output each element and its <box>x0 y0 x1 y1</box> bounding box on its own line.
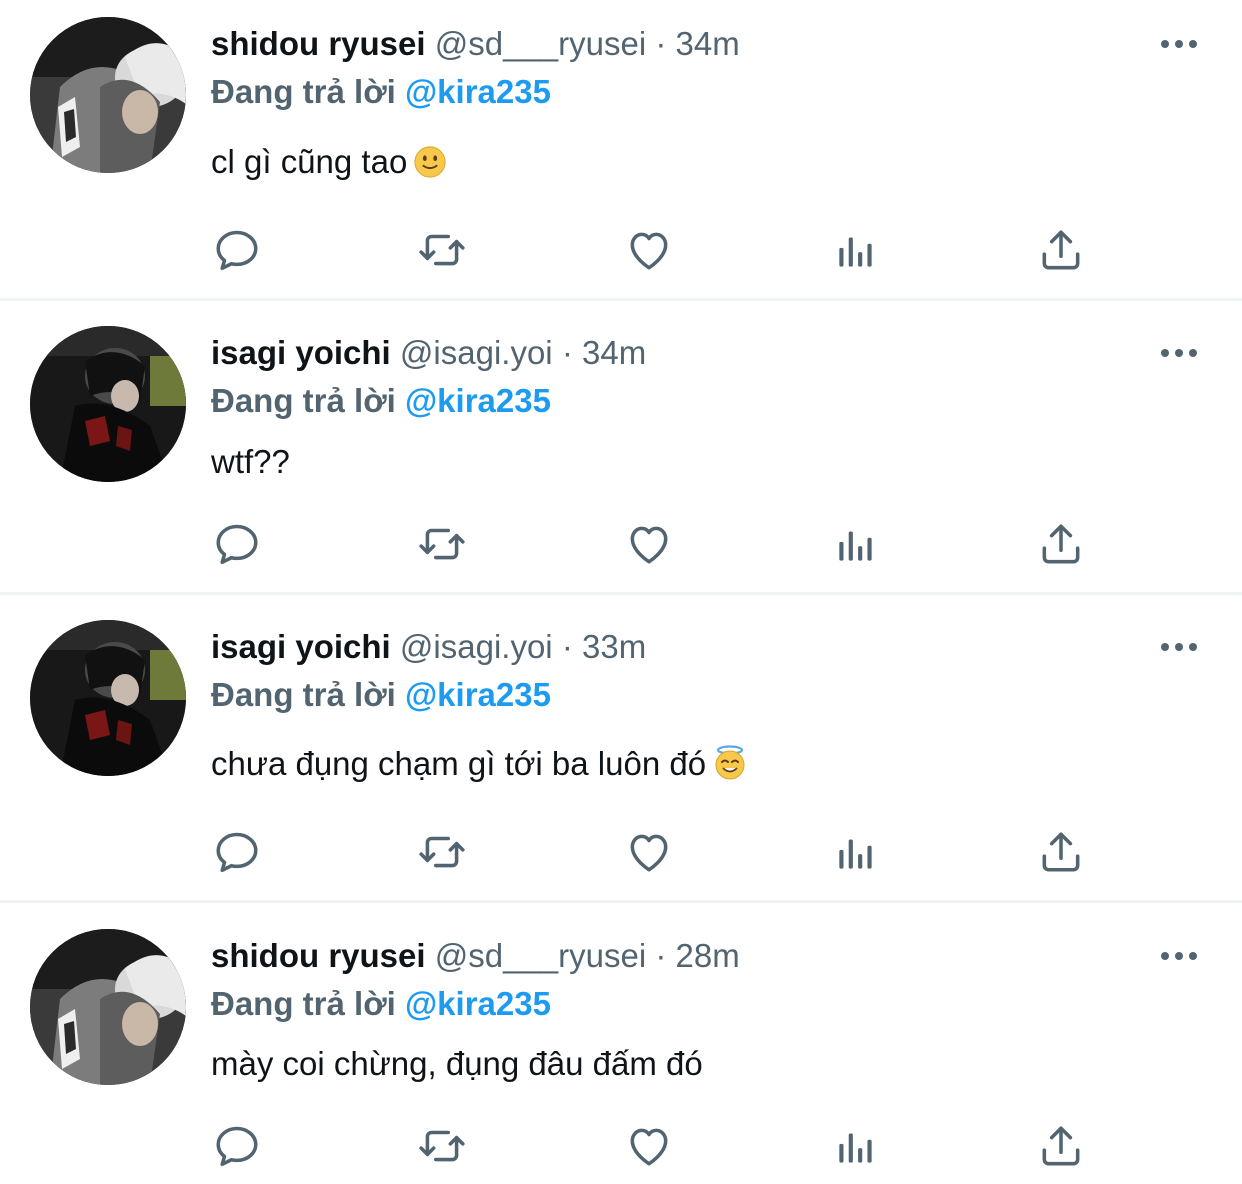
display-name[interactable]: isagi yoichi <box>211 334 391 371</box>
tweet-header: shidou ryusei @sd___ryusei · 34m <box>211 24 740 64</box>
replying-to-label: Đang trả lời <box>211 676 396 713</box>
tweet-header: isagi yoichi @isagi.yoi · 34m <box>211 333 646 373</box>
replying-to-handle[interactable]: @kira235 <box>405 73 551 110</box>
avatar[interactable] <box>30 17 186 173</box>
more-dots-icon[interactable] <box>1156 338 1202 368</box>
retweet-icon[interactable] <box>414 824 470 880</box>
avatar-image <box>30 620 186 776</box>
tweet[interactable]: shidou ryusei @sd___ryusei · 34m Đang tr… <box>0 0 1242 298</box>
tweet[interactable]: isagi yoichi @isagi.yoi · 34m Đang trả l… <box>0 301 1242 593</box>
tweet-text: mày coi chừng, đụng đâu đấm đó <box>211 1042 703 1086</box>
handle[interactable]: @sd___ryusei <box>435 937 646 974</box>
more-dots-icon[interactable] <box>1156 632 1202 662</box>
replying-to: Đang trả lời @kira235 <box>211 381 551 421</box>
tweet-text: wtf?? <box>211 440 290 484</box>
avatar-image <box>30 326 186 482</box>
tweet-text-content: chưa đụng chạm gì tới ba luôn đó <box>211 745 707 782</box>
reply-icon[interactable] <box>209 1118 265 1174</box>
display-name[interactable]: shidou ryusei <box>211 25 426 62</box>
replying-to: Đang trả lời @kira235 <box>211 675 551 715</box>
avatar[interactable] <box>30 620 186 776</box>
replying-to-handle[interactable]: @kira235 <box>405 382 551 419</box>
replying-to-handle[interactable]: @kira235 <box>405 676 551 713</box>
replying-to-handle[interactable]: @kira235 <box>405 985 551 1022</box>
like-icon[interactable] <box>621 1118 677 1174</box>
like-icon[interactable] <box>621 824 677 880</box>
share-icon[interactable] <box>1033 516 1089 572</box>
like-icon[interactable] <box>621 222 677 278</box>
separator-dot: · <box>561 334 573 371</box>
tweet[interactable]: isagi yoichi @isagi.yoi · 33m Đang trả l… <box>0 595 1242 900</box>
tweet-actions <box>0 824 1242 880</box>
slightly-smiling-face-icon <box>413 145 447 179</box>
display-name[interactable]: isagi yoichi <box>211 628 391 665</box>
handle[interactable]: @sd___ryusei <box>435 25 646 62</box>
tweet-actions <box>0 516 1242 572</box>
timestamp[interactable]: 28m <box>676 937 740 974</box>
smiling-face-with-halo-icon <box>712 745 748 781</box>
timestamp[interactable]: 34m <box>676 25 740 62</box>
tweet-text-content: wtf?? <box>211 443 290 480</box>
separator-dot: · <box>561 628 573 665</box>
like-icon[interactable] <box>621 516 677 572</box>
reply-icon[interactable] <box>209 516 265 572</box>
views-icon[interactable] <box>828 222 884 278</box>
more-dots-icon[interactable] <box>1156 941 1202 971</box>
tweet-header: shidou ryusei @sd___ryusei · 28m <box>211 936 740 976</box>
views-icon[interactable] <box>828 516 884 572</box>
tweet-text-content: cl gì cũng tao <box>211 143 408 180</box>
separator-dot: · <box>655 937 667 974</box>
avatar[interactable] <box>30 929 186 1085</box>
share-icon[interactable] <box>1033 824 1089 880</box>
retweet-icon[interactable] <box>414 1118 470 1174</box>
tweet-header: isagi yoichi @isagi.yoi · 33m <box>211 627 646 667</box>
tweet[interactable]: shidou ryusei @sd___ryusei · 28m Đang tr… <box>0 903 1242 1184</box>
reply-icon[interactable] <box>209 824 265 880</box>
separator-dot: · <box>655 25 667 62</box>
tweet-text: cl gì cũng tao <box>211 140 447 184</box>
replying-to-label: Đang trả lời <box>211 382 396 419</box>
tweet-text-content: mày coi chừng, đụng đâu đấm đó <box>211 1045 703 1082</box>
more-dots-icon[interactable] <box>1156 29 1202 59</box>
handle[interactable]: @isagi.yoi <box>400 628 553 665</box>
views-icon[interactable] <box>828 824 884 880</box>
tweet-actions <box>0 1118 1242 1174</box>
share-icon[interactable] <box>1033 1118 1089 1174</box>
replying-to-label: Đang trả lời <box>211 985 396 1022</box>
avatar-image <box>30 17 186 173</box>
avatar[interactable] <box>30 326 186 482</box>
tweet-actions <box>0 222 1242 278</box>
replying-to: Đang trả lời @kira235 <box>211 72 551 112</box>
display-name[interactable]: shidou ryusei <box>211 937 426 974</box>
tweet-text: chưa đụng chạm gì tới ba luôn đó <box>211 742 748 786</box>
timestamp[interactable]: 34m <box>582 334 646 371</box>
share-icon[interactable] <box>1033 222 1089 278</box>
handle[interactable]: @isagi.yoi <box>400 334 553 371</box>
timestamp[interactable]: 33m <box>582 628 646 665</box>
retweet-icon[interactable] <box>414 222 470 278</box>
avatar-image <box>30 929 186 1085</box>
retweet-icon[interactable] <box>414 516 470 572</box>
replying-to-label: Đang trả lời <box>211 73 396 110</box>
replying-to: Đang trả lời @kira235 <box>211 984 551 1024</box>
views-icon[interactable] <box>828 1118 884 1174</box>
reply-icon[interactable] <box>209 222 265 278</box>
